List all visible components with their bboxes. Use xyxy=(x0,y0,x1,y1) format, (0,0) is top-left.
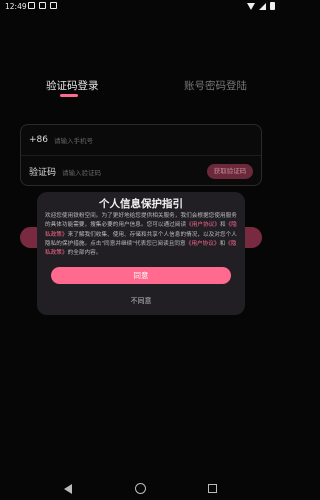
phone-row: +86 请输入手机号 xyxy=(21,125,261,156)
agree-button[interactable]: 同意 xyxy=(51,267,231,284)
login-form: +86 请输入手机号 验证码 请输入验证码 获取验证码 xyxy=(20,124,262,186)
notification-icon xyxy=(28,2,35,9)
notification-icons xyxy=(28,2,57,9)
user-agreement-link[interactable]: 《用户协议》 xyxy=(186,222,220,228)
code-row: 验证码 请输入验证码 获取验证码 xyxy=(21,156,261,187)
dialog-title: 个人信息保护指引 xyxy=(99,198,183,210)
status-time: 12:49 xyxy=(5,2,27,11)
back-icon[interactable] xyxy=(64,484,72,494)
system-icons xyxy=(247,2,275,10)
dialog-text-3: 的全部内容。 xyxy=(67,250,102,257)
disagree-button[interactable]: 不同意 xyxy=(37,296,245,306)
battery-icon xyxy=(270,2,275,10)
get-code-button[interactable]: 获取验证码 xyxy=(207,164,253,179)
tab-sms-login[interactable]: 验证码登录 xyxy=(46,78,99,93)
dialog-body: 欢迎您使用铁粉空间。为了更好地给您提供相关服务，我们会根据您使用服务的具体功能需… xyxy=(45,212,239,258)
recent-apps-icon[interactable] xyxy=(208,484,217,493)
signal-icon xyxy=(259,2,266,10)
wifi-icon xyxy=(247,2,255,10)
phone-input[interactable]: 请输入手机号 xyxy=(54,135,93,145)
image-icon xyxy=(39,2,46,9)
user-agreement-link-2[interactable]: 《用户协议》 xyxy=(186,241,220,247)
download-icon xyxy=(50,2,57,9)
privacy-dialog: 个人信息保护指引 欢迎您使用铁粉空间。为了更好地给您提供相关服务，我们会根据您使… xyxy=(37,192,245,315)
home-icon[interactable] xyxy=(135,483,146,494)
tab-password-login[interactable]: 账号密码登陆 xyxy=(184,78,247,93)
navigation-bar xyxy=(0,478,281,500)
code-label: 验证码 xyxy=(29,168,57,178)
country-code[interactable]: +86 xyxy=(29,135,51,145)
status-bar: 12:49 xyxy=(0,0,281,14)
tab-active-indicator xyxy=(60,94,78,97)
login-tabs: 验证码登录 账号密码登陆 xyxy=(0,78,281,98)
code-input[interactable]: 请输入验证码 xyxy=(62,167,101,177)
